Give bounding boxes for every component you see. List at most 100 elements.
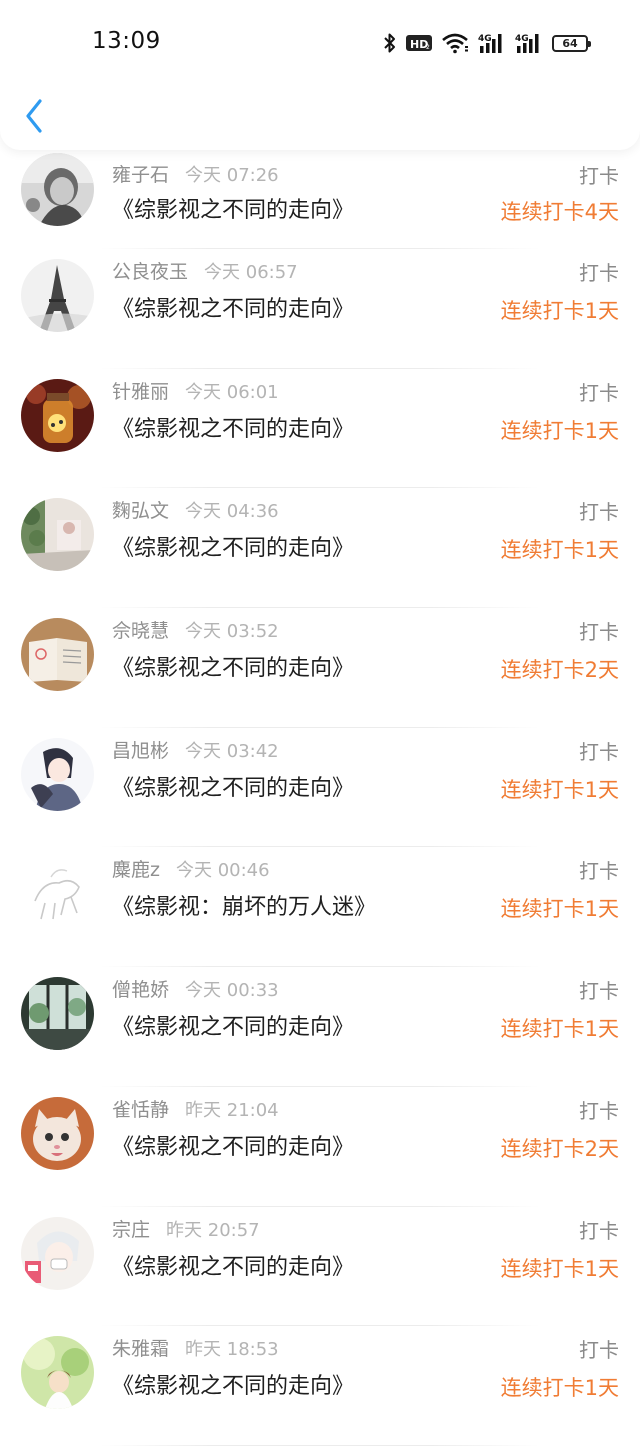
book-title[interactable]: 《综影视之不同的走向》 [112, 192, 354, 224]
user-meta: 朱雅霜 昨天 18:53 [112, 1334, 279, 1361]
user-name[interactable]: 麋鹿z [112, 859, 160, 881]
svg-text:2: 2 [426, 44, 430, 51]
list-item[interactable]: 公良夜玉 今天 06:57 《综影视之不同的走向》 打卡连续打卡1天 [0, 249, 640, 369]
status-time: 13:09 [92, 28, 161, 54]
signal-4g-icon: 4G [515, 32, 543, 54]
streak-badge: 连续打卡1天 [500, 1256, 619, 1281]
streak-badge: 连续打卡1天 [500, 1017, 619, 1042]
user-name[interactable]: 昌旭彬 [112, 740, 169, 762]
svg-text:4G: 4G [515, 34, 529, 44]
checkin-label: 打卡 [579, 979, 619, 1004]
checkin-time: 今天 07:26 [185, 165, 279, 186]
checkin-time: 昨天 21:04 [185, 1099, 279, 1121]
checkin-time: 今天 06:01 [185, 381, 279, 403]
streak-badge: 连续打卡1天 [500, 538, 619, 563]
avatar[interactable] [21, 1336, 94, 1410]
book-title[interactable]: 《综影视之不同的走向》 [112, 411, 354, 443]
hd-icon: HD 2 [406, 33, 432, 53]
checkin-label: 打卡 [579, 380, 619, 405]
streak-badge: 连续打卡2天 [500, 658, 619, 683]
user-meta: 公良夜玉 今天 06:57 [112, 257, 298, 284]
checkin-label: 打卡 [579, 1338, 619, 1363]
book-title[interactable]: 《综影视之不同的走向》 [112, 650, 354, 682]
book-title[interactable]: 《综影视之不同的走向》 [112, 1249, 354, 1281]
streak-badge: 连续打卡1天 [500, 897, 619, 922]
avatar[interactable] [21, 153, 94, 226]
book-title[interactable]: 《综影视之不同的走向》 [112, 1368, 354, 1400]
streak-badge: 连续打卡1天 [500, 299, 619, 323]
user-meta: 雍子石 今天 07:26 [112, 160, 279, 187]
user-name[interactable]: 僧艳娇 [112, 979, 169, 1001]
checkin-time: 昨天 18:53 [185, 1339, 279, 1361]
user-meta: 宗庄 昨天 20:57 [112, 1215, 260, 1242]
checkin-time: 今天 04:36 [185, 501, 279, 523]
user-meta: 佘晓慧 今天 03:52 [112, 616, 279, 643]
checkin-label: 打卡 [579, 261, 619, 285]
checkin-time: 今天 06:57 [204, 262, 298, 283]
checkin-time: 今天 03:42 [185, 740, 279, 762]
list-item[interactable]: 麴弘文 今天 04:36 《综影视之不同的走向》 打卡连续打卡1天 [0, 488, 640, 609]
user-meta: 麋鹿z 今天 00:46 [112, 855, 270, 882]
user-name[interactable]: 针雅丽 [112, 381, 169, 403]
user-name[interactable]: 雀恬静 [112, 1099, 169, 1121]
avatar[interactable] [21, 498, 94, 572]
svg-text:4G: 4G [478, 34, 492, 44]
checkin-label: 打卡 [579, 164, 619, 188]
avatar[interactable] [21, 378, 94, 452]
bluetooth-icon [383, 32, 397, 54]
checkin-label: 打卡 [579, 1098, 619, 1123]
user-name[interactable]: 雍子石 [112, 164, 169, 186]
book-title[interactable]: 《综影视之不同的走向》 [112, 291, 354, 323]
user-name[interactable]: 麴弘文 [112, 500, 169, 522]
book-title[interactable]: 《综影视之不同的走向》 [112, 770, 354, 802]
list-item[interactable]: 宗庄 昨天 20:57 《综影视之不同的走向》 打卡连续打卡1天 [0, 1207, 640, 1327]
book-title[interactable]: 《综影视之不同的走向》 [112, 1129, 354, 1161]
top-bar: 13:09 HD 2 4G 4G 64 [0, 0, 640, 150]
user-meta: 雀恬静 昨天 21:04 [112, 1095, 279, 1122]
avatar[interactable] [21, 1096, 94, 1170]
checkin-time: 今天 03:52 [185, 621, 279, 643]
avatar[interactable] [21, 857, 94, 931]
list-item[interactable]: 佘晓慧 今天 03:52 《综影视之不同的走向》 打卡连续打卡2天 [0, 608, 640, 728]
user-meta: 僧艳娇 今天 00:33 [112, 975, 279, 1002]
checkin-label: 打卡 [579, 1218, 619, 1243]
user-name[interactable]: 佘晓慧 [112, 620, 169, 642]
book-title[interactable]: 《综影视之不同的走向》 [112, 1009, 354, 1041]
streak-badge: 连续打卡1天 [500, 418, 619, 443]
book-title[interactable]: 《综影视之不同的走向》 [112, 530, 354, 562]
avatar[interactable] [21, 259, 94, 332]
user-meta: 针雅丽 今天 06:01 [112, 377, 279, 404]
checkin-label: 打卡 [579, 859, 619, 884]
user-name[interactable]: 公良夜玉 [112, 261, 188, 283]
list-item[interactable]: 朱雅霜 昨天 18:53 《综影视之不同的走向》 打卡连续打卡1天 [0, 1326, 640, 1446]
checkin-time: 今天 00:46 [175, 860, 270, 882]
user-meta: 麴弘文 今天 04:36 [112, 496, 279, 523]
back-button[interactable] [20, 96, 50, 136]
avatar[interactable] [21, 737, 94, 811]
list-item[interactable]: 僧艳娇 今天 00:33 《综影视之不同的走向》 打卡连续打卡1天 [0, 967, 640, 1087]
list-item[interactable]: 雀恬静 昨天 21:04 《综影视之不同的走向》 打卡连续打卡2天 [0, 1087, 640, 1207]
checkin-label: 打卡 [579, 500, 619, 525]
checkin-time: 今天 00:33 [185, 980, 279, 1002]
book-title[interactable]: 《综影视：崩坏的万人迷》 [112, 889, 376, 921]
status-bar: 13:09 HD 2 4G 4G 64 [0, 0, 640, 86]
streak-badge: 连续打卡1天 [500, 777, 619, 802]
avatar[interactable] [21, 1216, 94, 1290]
list-item[interactable]: 麋鹿z 今天 00:46 《综影视：崩坏的万人迷》 打卡连续打卡1天 [0, 847, 640, 968]
user-meta: 昌旭彬 今天 03:42 [112, 736, 279, 763]
checkin-time: 昨天 20:57 [166, 1219, 260, 1241]
streak-badge: 连续打卡1天 [500, 1376, 619, 1401]
streak-badge: 连续打卡2天 [500, 1136, 619, 1161]
signal-4g-icon: 4G [478, 32, 506, 54]
avatar[interactable] [21, 618, 94, 692]
checkin-label: 打卡 [579, 620, 619, 645]
chevron-left-icon [26, 99, 42, 133]
avatar[interactable] [21, 977, 94, 1051]
user-name[interactable]: 朱雅霜 [112, 1338, 169, 1360]
list-item[interactable]: 雍子石 今天 07:26 《综影视之不同的走向》 打卡 连续打卡4天 [0, 150, 640, 249]
list-item[interactable]: 针雅丽 今天 06:01 《综影视之不同的走向》 打卡连续打卡1天 [0, 369, 640, 489]
user-name[interactable]: 宗庄 [112, 1219, 150, 1241]
list-item[interactable]: 昌旭彬 今天 03:42 《综影视之不同的走向》 打卡 连续打卡1天 [0, 728, 640, 848]
checkin-list: 雍子石 今天 07:26 《综影视之不同的走向》 打卡 连续打卡4天 公良夜玉 今天 06:… [0, 150, 640, 1446]
battery-icon: 64 [552, 34, 591, 52]
